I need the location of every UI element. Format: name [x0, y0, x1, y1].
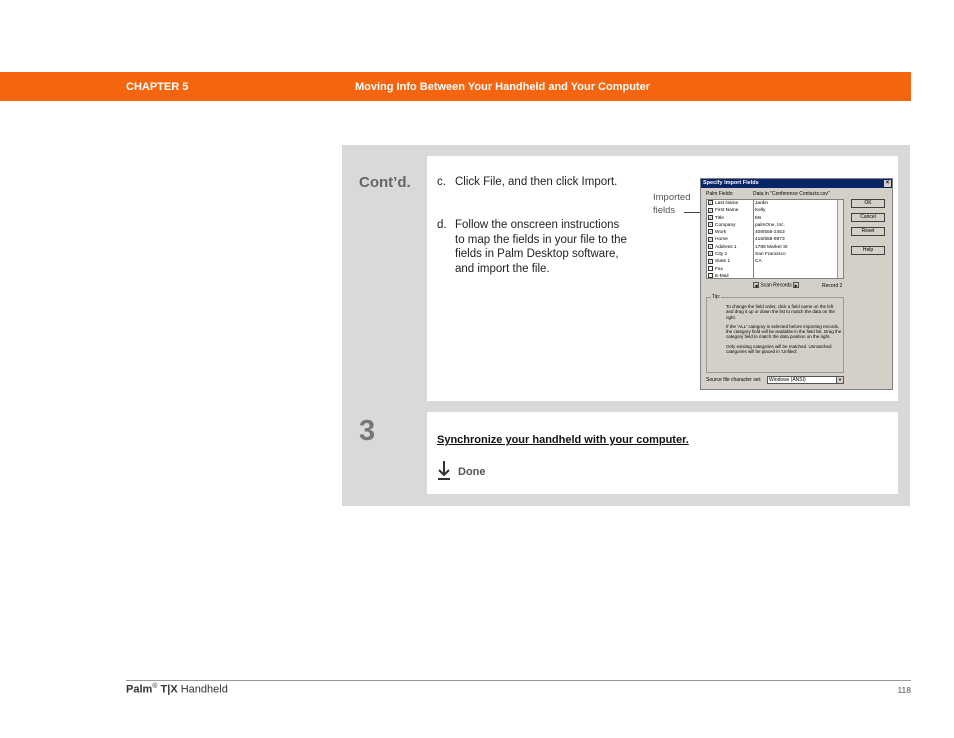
palm-fields-list[interactable]: ✓ Last Name ✓ First Name ✓ Title ✓ Company ✓ Work…	[706, 199, 754, 279]
checkbox[interactable]: ✓	[708, 200, 713, 206]
field-name: Fax	[715, 266, 723, 272]
footer-suffix: Handheld	[180, 683, 228, 696]
dialog-title: Specify Import Fields	[703, 180, 759, 186]
field-name: Address 1	[715, 244, 737, 250]
synchronize-link[interactable]: Synchronize your handheld with your comp…	[437, 434, 689, 446]
previous-record-icon[interactable]: ◀	[753, 282, 759, 288]
checkbox[interactable]: ✓	[708, 207, 713, 213]
checkbox[interactable]: ✓	[708, 236, 713, 242]
checkbox[interactable]	[708, 265, 713, 271]
checkbox[interactable]: ✓	[708, 244, 713, 250]
data-values-list[interactable]: Jardin Kelly Ms palmOne, Inc. 408/555-2453 41…	[753, 199, 844, 279]
palm-fields-header: Palm Fields:	[706, 191, 734, 197]
field-name: Title	[715, 215, 724, 221]
checkbox[interactable]: ✓	[708, 251, 713, 257]
tip-group: Tip: To change the field order, click a …	[706, 294, 844, 373]
footer-brand: Palm	[126, 683, 153, 696]
chapter-label: CHAPTER 5	[126, 81, 189, 93]
dialog-title-bar: Specify Import Fields ×	[701, 179, 892, 188]
data-value-row: 408/555-2453	[755, 230, 785, 236]
data-header: Data in "Conference Contacts.csv"	[753, 191, 830, 197]
checkbox[interactable]: ✓	[708, 258, 713, 264]
scan-records-row: ◀ Scan Records ▶	[753, 282, 800, 289]
data-value-row: palmOne, Inc.	[755, 222, 785, 228]
done-label: Done	[458, 466, 486, 478]
specify-import-fields-dialog: Specify Import Fields × Palm Fields: Dat…	[700, 178, 893, 390]
instruction-text: Follow the onscreen instructions to map …	[455, 219, 627, 275]
record-indicator: Record 2	[822, 283, 843, 289]
field-row[interactable]: ✓ Work	[707, 229, 753, 236]
instruction-letter: d.	[437, 219, 447, 231]
chapter-title: Moving Info Between Your Handheld and Yo…	[355, 81, 650, 93]
footer-product: Palm® T|X Handheld	[126, 683, 228, 696]
step-number: 3	[359, 415, 376, 447]
close-icon[interactable]: ×	[884, 180, 891, 187]
registered-mark: ®	[152, 683, 158, 690]
data-value-row: San Francisco	[755, 252, 786, 258]
field-row[interactable]: ✓ Last Name	[707, 200, 753, 207]
checkbox[interactable]: ✓	[708, 222, 713, 228]
tip-legend: Tip:	[711, 294, 722, 300]
chevron-down-icon[interactable]: ▼	[836, 377, 843, 383]
field-row[interactable]: ✓ First Name	[707, 207, 753, 214]
help-button[interactable]: Help	[851, 246, 885, 255]
scrollbar[interactable]	[837, 200, 843, 278]
footer-model: T|X	[160, 683, 178, 696]
field-name: State 1	[715, 259, 731, 265]
tip-paragraph: If the 'ALL' category is selected before…	[726, 323, 842, 340]
field-name: E-Mail	[715, 273, 729, 279]
field-row[interactable]: ✓ Home	[707, 236, 753, 243]
step-continued-label: Cont’d.	[359, 174, 411, 191]
checkbox[interactable]: ✓	[708, 229, 713, 235]
field-name: City 1	[715, 252, 728, 258]
steps-panel: Cont’d. c. Click File, and then click Im…	[342, 145, 910, 506]
ok-button[interactable]: OK	[851, 199, 885, 208]
step-3-box: Synchronize your handheld with your comp…	[427, 412, 898, 494]
charset-value: Windows (ANSI)	[769, 377, 806, 383]
data-value-row: Jardin	[755, 201, 769, 206]
step-continued-box: c. Click File, and then click Import. d.…	[427, 156, 898, 401]
checkbox[interactable]	[708, 273, 713, 279]
data-value-row: 1789 Market St	[755, 244, 788, 250]
field-row[interactable]: ✓ Title	[707, 214, 753, 222]
instruction-text: Click File, and then click Import.	[455, 176, 618, 188]
field-row[interactable]: ✓ State 1	[707, 258, 753, 265]
tip-paragraph: Only existing categories will be matched…	[726, 343, 832, 355]
data-value-row: CA	[755, 259, 762, 265]
page-number: 118	[897, 685, 911, 695]
chapter-header-bar: CHAPTER 5 Moving Info Between Your Handh…	[0, 72, 911, 101]
data-value-row: Ms	[755, 215, 762, 221]
field-name: Company	[715, 222, 736, 228]
field-row[interactable]: Fax	[707, 265, 753, 273]
field-row[interactable]: ✓ City 1	[707, 251, 753, 258]
field-name: Last Name	[715, 201, 739, 206]
checkbox[interactable]: ✓	[708, 214, 713, 220]
tip-paragraph: To change the field order, click a field…	[726, 304, 835, 320]
field-name: Home	[715, 237, 728, 243]
field-name: First Name	[715, 208, 739, 214]
instruction-letter: c.	[437, 176, 446, 188]
field-name: Work	[715, 230, 727, 236]
tip-text: To change the field order, click a field…	[726, 304, 842, 358]
reset-button[interactable]: Reset	[851, 227, 885, 236]
charset-select[interactable]: Windows (ANSI) ▼	[767, 376, 844, 384]
scan-records-label: Scan Records	[760, 282, 792, 289]
imported-fields-callout: Imported fields	[653, 192, 691, 216]
done-arrow-icon	[438, 461, 450, 480]
data-value-row: 415/555-9873	[755, 237, 785, 243]
next-record-icon[interactable]: ▶	[793, 282, 800, 288]
field-row[interactable]: ✓ Company	[707, 222, 753, 229]
footer-rule	[126, 680, 911, 681]
charset-label: Source file character set:	[706, 377, 762, 383]
field-row[interactable]: ✓ Address 1	[707, 244, 753, 251]
field-row[interactable]: E-Mail	[707, 273, 753, 280]
data-value-row: Kelly	[755, 208, 766, 214]
cancel-button[interactable]: Cancel	[851, 213, 885, 222]
